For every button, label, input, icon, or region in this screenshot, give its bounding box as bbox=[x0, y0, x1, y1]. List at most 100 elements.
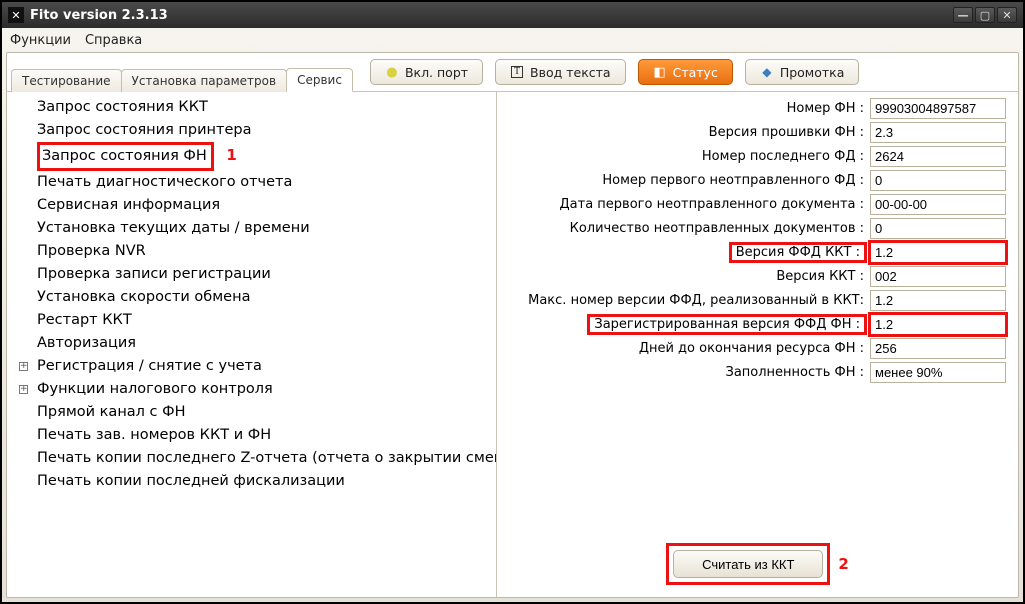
tree-item-label: Проверка NVR bbox=[37, 243, 146, 259]
form-input[interactable] bbox=[870, 194, 1006, 215]
tree-item[interactable]: Запрос состояния принтера bbox=[7, 119, 494, 142]
form-input[interactable] bbox=[870, 98, 1006, 119]
form-label: Дата первого неотправленного документа : bbox=[503, 197, 870, 212]
form-label: Номер последнего ФД : bbox=[503, 149, 870, 164]
tree-item-label: Авторизация bbox=[37, 335, 136, 351]
tree-item[interactable]: Установка текущих даты / времени bbox=[7, 217, 494, 240]
form-label: Зарегистрированная версия ФФД ФН : bbox=[503, 314, 870, 335]
tree-item[interactable]: Запрос состояния ККТ bbox=[7, 96, 494, 119]
status-button[interactable]: ◧ Статус bbox=[638, 59, 733, 85]
form-value bbox=[870, 98, 1006, 119]
close-button[interactable]: ✕ bbox=[997, 7, 1017, 23]
window-chrome: Функции Справка Тестирование Установка п… bbox=[2, 28, 1023, 602]
app-icon: ✕ bbox=[8, 7, 24, 23]
form-value bbox=[870, 338, 1006, 359]
annotation-highlight-label: Версия ФФД ККТ : bbox=[729, 242, 867, 263]
form-label: Дней до окончания ресурса ФН : bbox=[503, 341, 870, 356]
tree-item-registration[interactable]: +Регистрация / снятие с учета bbox=[7, 355, 494, 378]
form-value bbox=[870, 194, 1006, 215]
port-button[interactable]: ● Вкл. порт bbox=[370, 59, 483, 85]
tree-item[interactable]: Печать копии последней фискализации bbox=[7, 470, 494, 493]
tree-item-label: Установка текущих даты / времени bbox=[37, 220, 310, 236]
menu-functions[interactable]: Функции bbox=[10, 33, 71, 48]
titlebar: ✕ Fito version 2.3.13 — ▢ ✕ bbox=[2, 2, 1023, 28]
client-area: Тестирование Установка параметров Сервис… bbox=[6, 52, 1019, 598]
minimize-button[interactable]: — bbox=[953, 7, 973, 23]
form-row: Заполненность ФН : bbox=[503, 362, 1006, 383]
form-pane: Номер ФН : Версия прошивки ФН : Номер посл… bbox=[497, 92, 1018, 597]
form-input[interactable] bbox=[870, 242, 1006, 263]
tree-item[interactable]: Прямой канал с ФН bbox=[7, 401, 494, 424]
tab-toolbar-row: Тестирование Установка параметров Сервис… bbox=[7, 53, 1018, 92]
form-row: Номер последнего ФД : bbox=[503, 146, 1006, 167]
tree-item[interactable]: Печать копии последнего Z-отчета (отчета… bbox=[7, 447, 494, 470]
toolbar: ● Вкл. порт T Ввод текста ◧ Статус ◆ Про… bbox=[370, 59, 859, 91]
tree-item-label: Установка скорости обмена bbox=[37, 289, 250, 305]
form-row: Номер ФН : bbox=[503, 98, 1006, 119]
menu-help[interactable]: Справка bbox=[85, 33, 142, 48]
diamond-icon: ◆ bbox=[760, 65, 774, 79]
tree-item[interactable]: Проверка записи регистрации bbox=[7, 263, 494, 286]
menubar: Функции Справка bbox=[6, 28, 1019, 52]
read-kkt-button[interactable]: Считать из ККТ bbox=[673, 550, 823, 578]
form-input[interactable] bbox=[870, 122, 1006, 143]
tree-pane: Запрос состояния ККТ Запрос состояния пр… bbox=[7, 92, 497, 597]
tree-item-label: Запрос состояния ККТ bbox=[37, 99, 208, 115]
form-input[interactable] bbox=[870, 218, 1006, 239]
form-input[interactable] bbox=[870, 362, 1006, 383]
form-label: Количество неотправленных документов : bbox=[503, 221, 870, 236]
tree-item-tax-control[interactable]: + Функции налогового контроля bbox=[7, 378, 494, 401]
tree-item[interactable]: Печать зав. номеров ККТ и ФН bbox=[7, 424, 494, 447]
tree-item[interactable]: Установка скорости обмена bbox=[7, 286, 494, 309]
form-label: Версия ККТ : bbox=[503, 269, 870, 284]
form-label: Номер ФН : bbox=[503, 101, 870, 116]
tab-params[interactable]: Установка параметров bbox=[121, 69, 288, 92]
service-tree: Запрос состояния ККТ Запрос состояния пр… bbox=[7, 96, 494, 493]
form-value bbox=[870, 242, 1006, 263]
form-value bbox=[870, 362, 1006, 383]
tree-item-label: Рестарт ККТ bbox=[37, 312, 132, 328]
tree-item[interactable]: Рестарт ККТ bbox=[7, 309, 494, 332]
port-button-label: Вкл. порт bbox=[405, 65, 468, 80]
tabs: Тестирование Установка параметров Сервис bbox=[11, 67, 352, 91]
form-row: Дата первого неотправленного документа : bbox=[503, 194, 1006, 215]
status-button-label: Статус bbox=[673, 65, 718, 80]
form-input[interactable] bbox=[870, 266, 1006, 287]
form-value bbox=[870, 146, 1006, 167]
form-input[interactable] bbox=[870, 146, 1006, 167]
tree-item[interactable]: Печать диагностического отчета bbox=[7, 171, 494, 194]
expand-icon[interactable]: + bbox=[19, 362, 28, 371]
feed-button[interactable]: ◆ Промотка bbox=[745, 59, 860, 85]
form-label: Версия прошивки ФН : bbox=[503, 125, 870, 140]
tree-item-label: Запрос состояния ФН bbox=[42, 148, 207, 164]
tree-item-label: Проверка записи регистрации bbox=[37, 266, 271, 282]
form-input[interactable] bbox=[870, 314, 1006, 335]
expand-icon[interactable]: + bbox=[19, 385, 28, 394]
form-row: Номер первого неотправленного ФД : bbox=[503, 170, 1006, 191]
form-value bbox=[870, 266, 1006, 287]
form-input[interactable] bbox=[870, 338, 1006, 359]
window-buttons: — ▢ ✕ bbox=[953, 7, 1017, 23]
feed-button-label: Промотка bbox=[780, 65, 845, 80]
form-value bbox=[870, 170, 1006, 191]
tree-item[interactable]: Авторизация bbox=[7, 332, 494, 355]
tree-item-fn-status[interactable]: Запрос состояния ФН 1 bbox=[7, 142, 494, 171]
tree-item-label: Сервисная информация bbox=[37, 197, 220, 213]
annotation-highlight-1: Запрос состояния ФН bbox=[37, 142, 214, 171]
tree-item-label: Печать копии последнего Z-отчета (отчета… bbox=[37, 450, 497, 466]
tree-item[interactable]: Сервисная информация bbox=[7, 194, 494, 217]
text-icon: T bbox=[510, 65, 524, 79]
annotation-number-1: 1 bbox=[226, 144, 236, 167]
tree-item-label: Функции налогового контроля bbox=[37, 381, 273, 397]
form-input[interactable] bbox=[870, 170, 1006, 191]
input-text-button[interactable]: T Ввод текста bbox=[495, 59, 626, 85]
tab-service[interactable]: Сервис bbox=[286, 68, 353, 92]
annotation-highlight-2: Считать из ККТ bbox=[666, 543, 830, 585]
form-value bbox=[870, 290, 1006, 311]
form-value bbox=[870, 218, 1006, 239]
tree-item-label: Печать зав. номеров ККТ и ФН bbox=[37, 427, 271, 443]
form-input[interactable] bbox=[870, 290, 1006, 311]
tab-testing[interactable]: Тестирование bbox=[11, 69, 122, 92]
maximize-button[interactable]: ▢ bbox=[975, 7, 995, 23]
tree-item[interactable]: Проверка NVR bbox=[7, 240, 494, 263]
